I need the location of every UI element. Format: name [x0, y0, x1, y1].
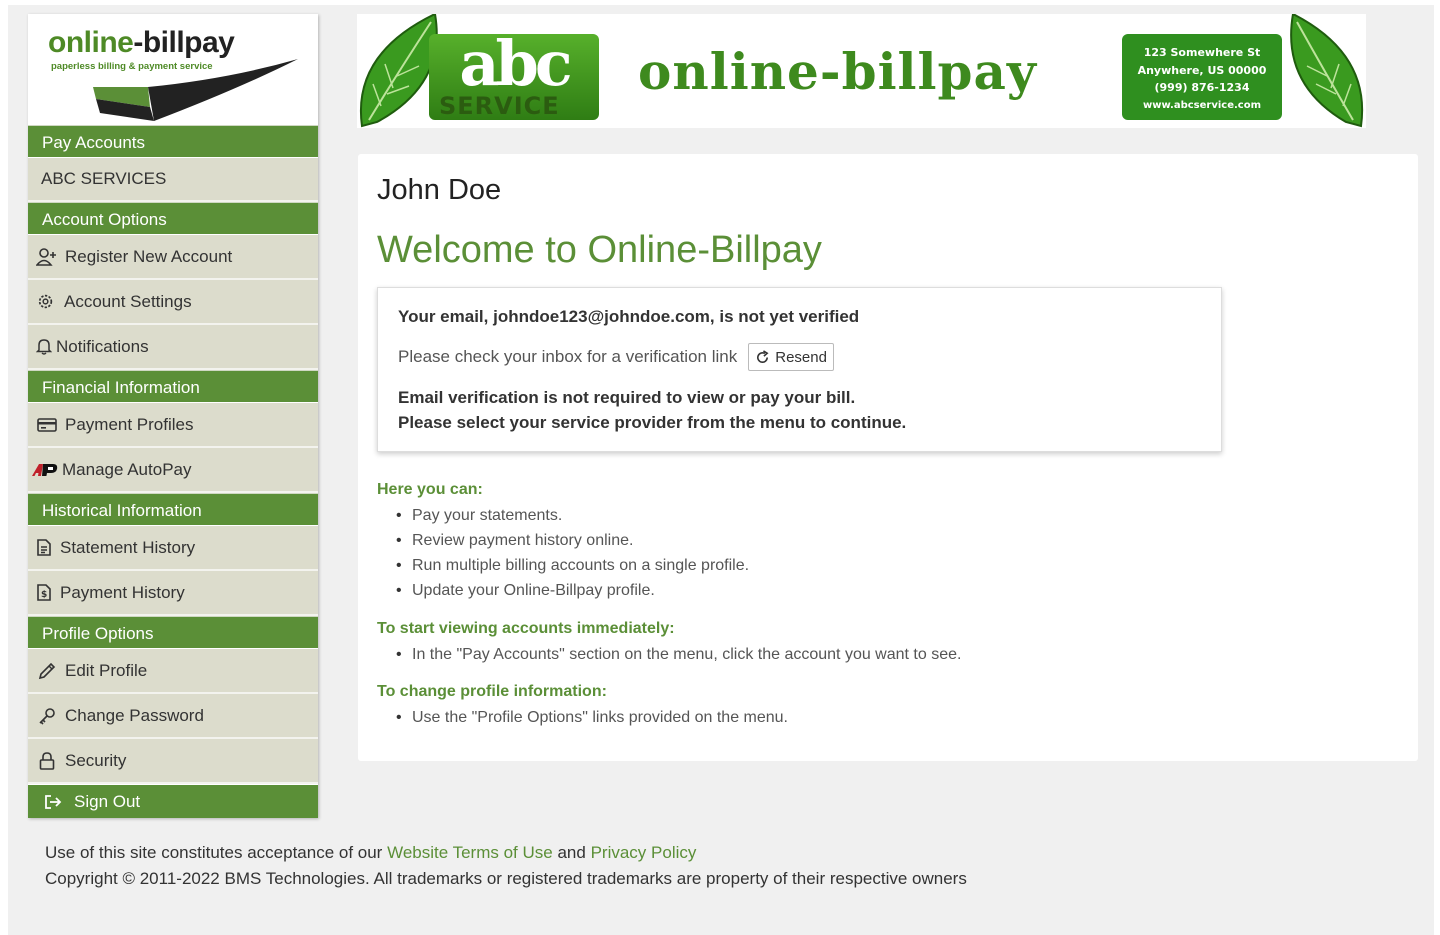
verification-note-line1: Email verification is not required to vi… — [398, 388, 856, 407]
resend-button[interactable]: Resend — [748, 343, 834, 371]
sidebar-item-label: Edit Profile — [65, 660, 148, 680]
sidebar-item-label: Register New Account — [65, 246, 233, 266]
sidebar-item-abc-services[interactable]: ABC SERVICES — [28, 158, 318, 202]
bell-icon — [36, 336, 52, 358]
start-viewing-title: To start viewing accounts immediately: — [377, 620, 675, 637]
banner-title: online-billpay — [638, 42, 1037, 101]
section-financial-information: Financial Information — [28, 370, 318, 403]
abc-logo-service: SERVICE — [439, 92, 560, 120]
sign-out-icon — [44, 794, 62, 810]
credit-card-icon — [36, 414, 58, 436]
here-you-can-title: Here you can: — [377, 481, 483, 498]
list-item: Run multiple billing accounts on a singl… — [396, 553, 749, 578]
key-icon — [36, 705, 58, 727]
section-account-options: Account Options — [28, 202, 318, 235]
sidebar-item-label: Security — [65, 750, 127, 770]
here-you-can-list: Pay your statements. Review payment hist… — [396, 503, 749, 603]
logo-title: online-billpay — [48, 26, 235, 59]
address-line1: 123 Somewhere St — [1143, 46, 1261, 59]
gear-icon — [36, 291, 54, 313]
pencil-icon — [36, 660, 58, 682]
logo-swoosh-icon — [93, 59, 298, 121]
list-item: Update your Online-Billpay profile. — [396, 578, 749, 603]
footer-and: and — [557, 843, 586, 862]
autopay-icon — [31, 459, 59, 481]
refresh-icon — [755, 349, 770, 365]
sign-out-button[interactable]: Sign Out — [28, 784, 318, 818]
sidebar-item-manage-autopay[interactable]: Manage AutoPay — [28, 448, 318, 493]
sidebar: online-billpay paperless billing & payme… — [28, 14, 318, 818]
section-historical-information: Historical Information — [28, 493, 318, 526]
change-profile-title: To change profile information: — [377, 683, 607, 700]
resend-label: Resend — [775, 348, 827, 366]
footer-prefix: Use of this site constitutes acceptance … — [45, 843, 383, 862]
list-item: Pay your statements. — [396, 503, 749, 528]
address-phone: (999) 876-1234 — [1154, 81, 1250, 94]
section-pay-accounts: Pay Accounts — [28, 125, 318, 158]
section-profile-options: Profile Options — [28, 616, 318, 649]
address-website: www.abcservice.com — [1142, 99, 1262, 111]
svg-text:$: $ — [41, 590, 47, 600]
sidebar-item-notifications[interactable]: Notifications — [28, 325, 318, 370]
sidebar-item-label: Account Settings — [64, 291, 192, 311]
main-panel: John Doe Welcome to Online-Billpay Your … — [358, 154, 1418, 761]
user-name: John Doe — [377, 174, 502, 206]
sidebar-item-label: Change Password — [65, 705, 204, 725]
verification-heading: Your email, johndoe123@johndoe.com, is n… — [398, 307, 860, 326]
sidebar-item-account-settings[interactable]: Account Settings — [28, 280, 318, 325]
sidebar-item-label: Manage AutoPay — [62, 459, 192, 479]
footer-copyright: Copyright © 2011-2022 BMS Technologies. … — [45, 869, 967, 888]
header-banner: abc SERVICE online-billpay 123 Somewhere… — [357, 14, 1366, 128]
user-add-icon — [36, 246, 58, 268]
lock-icon — [36, 750, 58, 772]
sidebar-item-edit-profile[interactable]: Edit Profile — [28, 649, 318, 694]
document-icon — [36, 537, 52, 559]
address-box: 123 Somewhere St Anywhere, US 00000 (999… — [1122, 34, 1282, 120]
list-item: Use the "Profile Options" links provided… — [396, 705, 788, 730]
start-viewing-list: In the "Pay Accounts" section on the men… — [396, 642, 961, 667]
sidebar-item-payment-profiles[interactable]: Payment Profiles — [28, 403, 318, 448]
sidebar-item-label: Notifications — [56, 336, 149, 356]
footer-terms-line: Use of this site constitutes acceptance … — [45, 840, 967, 866]
sidebar-item-label: Payment Profiles — [65, 414, 194, 434]
leaf-right-icon — [1290, 14, 1364, 128]
sidebar-item-register-new-account[interactable]: Register New Account — [28, 235, 318, 280]
list-item: In the "Pay Accounts" section on the men… — [396, 642, 961, 667]
verification-note: Email verification is not required to vi… — [398, 385, 1201, 435]
footer: Use of this site constitutes acceptance … — [45, 840, 967, 892]
sidebar-item-change-password[interactable]: Change Password — [28, 694, 318, 739]
page-title: Welcome to Online-Billpay — [377, 229, 822, 271]
verification-check-text: Please check your inbox for a verificati… — [398, 347, 738, 366]
receipt-icon: $ — [36, 582, 52, 604]
site-logo[interactable]: online-billpay paperless billing & payme… — [28, 14, 318, 125]
sign-out-label: Sign Out — [74, 791, 141, 811]
sidebar-item-security[interactable]: Security — [28, 739, 318, 784]
sidebar-item-label: Statement History — [60, 537, 196, 557]
change-profile-list: Use the "Profile Options" links provided… — [396, 705, 788, 730]
sidebar-item-payment-history[interactable]: $ Payment History — [28, 571, 318, 616]
sidebar-item-label: ABC SERVICES — [41, 169, 167, 188]
verification-check-row: Please check your inbox for a verificati… — [398, 343, 1201, 371]
sidebar-item-statement-history[interactable]: Statement History — [28, 526, 318, 571]
privacy-policy-link[interactable]: Privacy Policy — [591, 843, 697, 862]
terms-of-use-link[interactable]: Website Terms of Use — [387, 843, 553, 862]
abc-logo-letters: abc — [459, 27, 572, 100]
verification-note-line2: Please select your service provider from… — [398, 413, 907, 432]
address-line2: Anywhere, US 00000 — [1137, 63, 1267, 77]
list-item: Review payment history online. — [396, 528, 749, 553]
email-verification-card: Your email, johndoe123@johndoe.com, is n… — [377, 287, 1222, 452]
sidebar-item-label: Payment History — [60, 582, 185, 602]
